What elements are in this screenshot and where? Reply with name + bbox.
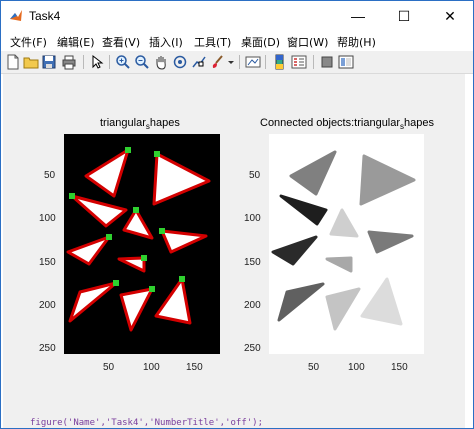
window-title: Task4 <box>29 9 61 23</box>
y-tick-label: 50 <box>249 170 261 181</box>
pan-hand-icon[interactable] <box>153 54 169 70</box>
hide-plot-tools-icon[interactable] <box>319 54 335 70</box>
corner-marker <box>179 276 185 282</box>
y-tick-label: 150 <box>244 257 261 268</box>
y-tick-label: 50 <box>44 170 56 181</box>
vertical-scrollbar[interactable] <box>465 74 473 428</box>
rotate-3d-icon[interactable] <box>172 54 188 70</box>
legend-icon[interactable] <box>291 54 307 70</box>
menu-help[interactable]: 帮助(H) <box>337 34 376 50</box>
x-tick-label: 150 <box>391 362 408 373</box>
figure-toolbar <box>1 51 473 74</box>
menu-insert[interactable]: 插入(I) <box>149 34 183 50</box>
left-image-binary-with-boundaries <box>64 134 220 354</box>
code-snippet-fragment: figure('Name','Task4','NumberTitle','off… <box>30 418 263 428</box>
pointer-icon[interactable] <box>89 54 105 70</box>
x-tick-label: 50 <box>103 362 115 373</box>
corner-marker <box>69 193 75 199</box>
menu-file[interactable]: 文件(F) <box>10 34 47 50</box>
corner-marker <box>125 147 131 153</box>
y-tick-label: 100 <box>39 213 56 224</box>
x-tick-label: 100 <box>348 362 365 373</box>
maximize-button[interactable]: ☐ <box>381 1 427 31</box>
minimize-button[interactable]: — <box>335 1 381 31</box>
close-icon: ✕ <box>444 7 456 24</box>
toolbar-separator <box>313 55 314 69</box>
brush-icon[interactable] <box>210 54 226 70</box>
data-cursor-icon[interactable] <box>191 54 207 70</box>
y-tick-label: 250 <box>244 343 261 354</box>
maximize-icon: ☐ <box>397 7 411 24</box>
link-plot-icon[interactable] <box>245 54 261 70</box>
print-icon[interactable] <box>61 54 77 70</box>
x-tick-label: 100 <box>143 362 160 373</box>
matlab-logo-icon <box>10 10 22 21</box>
corner-marker <box>113 280 119 286</box>
colorbar-icon[interactable] <box>272 54 288 70</box>
y-tick-label: 200 <box>39 300 56 311</box>
show-plot-tools-icon[interactable] <box>338 54 354 70</box>
close-button[interactable]: ✕ <box>427 1 473 31</box>
y-tick-label: 100 <box>244 213 261 224</box>
y-tick-label: 200 <box>244 300 261 311</box>
menu-edit[interactable]: 编辑(E) <box>57 34 95 50</box>
x-tick-label: 150 <box>186 362 203 373</box>
toolbar-separator <box>109 55 110 69</box>
new-file-icon[interactable] <box>5 54 21 70</box>
menu-desktop[interactable]: 桌面(D) <box>241 34 280 50</box>
minimize-icon: — <box>351 8 365 24</box>
corner-marker <box>149 286 155 292</box>
corner-marker <box>141 255 147 261</box>
title-bar: Task4 — ☐ ✕ <box>1 1 473 31</box>
corner-marker <box>154 151 160 157</box>
y-tick-label: 150 <box>39 257 56 268</box>
y-tick-label: 250 <box>39 343 56 354</box>
x-tick-label: 50 <box>308 362 320 373</box>
save-icon[interactable] <box>41 54 57 70</box>
menu-window[interactable]: 窗口(W) <box>287 34 328 50</box>
menu-view[interactable]: 查看(V) <box>102 34 140 50</box>
zoom-in-icon[interactable] <box>115 54 131 70</box>
figure-window: Task4 — ☐ ✕ 文件(F) 编辑(E) 查看(V) 插入(I) 工具(T… <box>0 0 474 429</box>
brush-dropdown-icon[interactable] <box>227 54 235 70</box>
toolbar-separator <box>239 55 240 69</box>
zoom-out-icon[interactable] <box>134 54 150 70</box>
left-axes-title: triangularshapes <box>100 117 180 132</box>
corner-marker <box>106 234 112 240</box>
right-axes-title: Connected objects:triangularshapes <box>260 117 435 132</box>
corner-marker <box>159 228 165 234</box>
menu-tools[interactable]: 工具(T) <box>194 34 231 50</box>
right-image-labeled-objects <box>269 134 424 354</box>
corner-marker <box>133 207 139 213</box>
menu-bar: 文件(F) 编辑(E) 查看(V) 插入(I) 工具(T) 桌面(D) 窗口(W… <box>1 31 473 51</box>
open-folder-icon[interactable] <box>23 54 39 70</box>
toolbar-separator <box>83 55 84 69</box>
toolbar-separator <box>265 55 266 69</box>
